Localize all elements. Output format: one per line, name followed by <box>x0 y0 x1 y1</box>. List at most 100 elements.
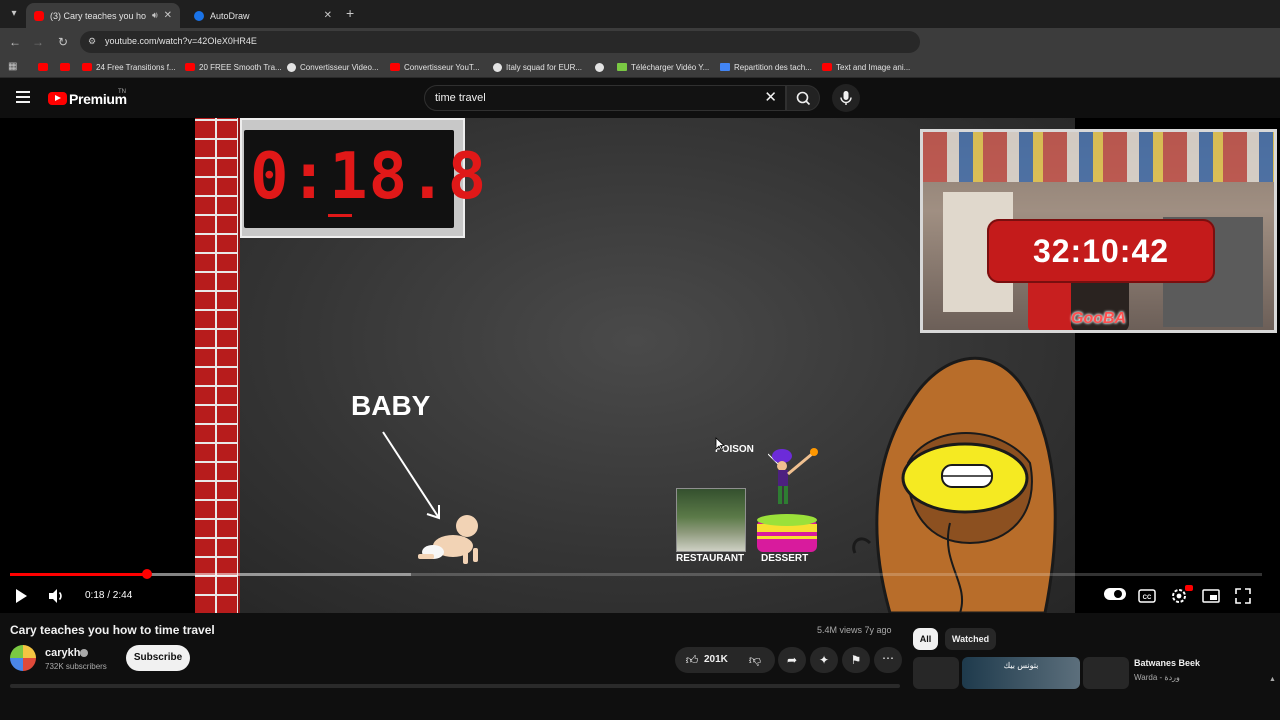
tab-search-chevron-icon[interactable]: ▾ <box>6 6 22 22</box>
clear-search-icon[interactable]: ✕ <box>764 89 777 107</box>
bookmark-item[interactable]: Télécharger Vidéo Y... <box>617 60 709 74</box>
captions-icon[interactable]: CC <box>1136 585 1158 607</box>
youtube-icon <box>390 63 400 71</box>
google-icon <box>287 62 296 72</box>
document-icon <box>720 63 730 71</box>
search-input[interactable]: time travel ✕ <box>424 85 786 111</box>
view-count: 5.4M views <box>817 625 863 635</box>
more-horizontal-icon[interactable]: ⋯ <box>880 651 896 665</box>
youtube-icon <box>82 63 92 71</box>
chip-all[interactable]: All <box>913 628 938 650</box>
microphone-icon <box>840 91 852 105</box>
recommendation-thumbnail[interactable] <box>913 657 959 689</box>
seek-bar[interactable] <box>10 569 1262 579</box>
scroll-up-arrow-icon[interactable]: ▲ <box>1269 676 1276 683</box>
horizontal-scrollbar[interactable] <box>10 684 900 688</box>
baby-label: BABY <box>351 390 431 421</box>
like-count: 201K <box>704 654 728 665</box>
tab-title: (3) Cary teaches you how to time travel <box>50 10 146 21</box>
bookmark-label: 24 Free Transitions f... <box>96 62 176 72</box>
miniplayer-icon[interactable] <box>1200 585 1222 607</box>
autodraw-favicon-icon <box>194 10 204 21</box>
bookmark-item[interactable]: Repartition des tach... <box>720 60 812 74</box>
site-settings-icon[interactable]: ⚙︎ <box>88 36 100 48</box>
bookmark-label: Télécharger Vidéo Y... <box>631 62 710 72</box>
countdown-clock: 0:18.8 <box>240 118 486 238</box>
recommendation-channel: Warda - وردة <box>1134 673 1180 682</box>
bookmark-item[interactable]: Text and Image ani... <box>822 60 910 74</box>
verified-icon <box>80 649 88 657</box>
tab-youtube[interactable]: (3) Cary teaches you how to time travel … <box>26 3 180 28</box>
play-icon[interactable] <box>10 585 32 607</box>
hd-badge <box>1185 585 1193 591</box>
youtube-logo-icon[interactable] <box>48 92 67 105</box>
channel-avatar[interactable] <box>10 645 36 671</box>
browser-tabstrip: ▾ (3) Cary teaches you how to time trave… <box>0 0 1280 28</box>
like-icon[interactable]: 👍︎ <box>684 653 700 668</box>
seek-handle[interactable] <box>142 569 153 579</box>
youtube-header: Premium TN time travel ✕ <box>0 78 920 118</box>
reload-icon[interactable]: ↻ <box>55 34 71 50</box>
youtube-icon <box>38 63 48 71</box>
bookmark-label: Convertisseur YouT... <box>404 62 480 72</box>
bookmark-item[interactable]: 24 Free Transitions f... <box>82 60 176 74</box>
time-readout: 0:18 / 2:44 <box>85 590 133 601</box>
bookmark-icon[interactable]: ⚑ <box>848 653 864 667</box>
webcam-logo: GooBA <box>1071 310 1127 327</box>
seek-played <box>10 573 148 576</box>
bookmarks-bar: ▦ 24 Free Transitions f... 20 FREE Smoot… <box>0 56 1280 78</box>
subscribe-button[interactable]: Subscribe <box>126 645 190 671</box>
new-tab-plus-icon[interactable]: + <box>346 6 354 20</box>
video-stats: 5.4M views 7y ago <box>817 625 892 635</box>
chip-watched[interactable]: Watched <box>945 628 996 650</box>
stream-timer-text: 32:10:42 <box>1032 233 1170 269</box>
recommendation-title[interactable]: Batwanes Beek <box>1134 658 1200 668</box>
upload-age: 7y ago <box>864 625 892 635</box>
bookmark-label: 20 FREE Smooth Tra... <box>199 62 282 72</box>
channel-name[interactable]: carykh <box>45 647 80 659</box>
browser-toolbar: ← → ↻ ⚙︎ youtube.com/watch?v=42OIeX0HR4E <box>0 28 1280 56</box>
close-tab-icon[interactable]: ✕ <box>324 10 332 21</box>
bookmark-youtube-2[interactable] <box>60 60 70 74</box>
video-player[interactable]: 0:18.8 BABY POISON RESTAURANT DESSERT Go… <box>0 118 1280 613</box>
bookmark-label: Convertisseur Video... <box>300 62 379 72</box>
bookmark-youtube-1[interactable] <box>38 60 48 74</box>
clock-underline <box>328 214 352 217</box>
speaker-icon[interactable]: 🔊︎ <box>152 10 158 21</box>
country-code: TN <box>118 89 126 95</box>
bookmark-item[interactable]: Italy squad for EUR... <box>493 60 582 74</box>
youtube-icon <box>822 63 832 71</box>
bookmark-label: Text and Image ani... <box>836 62 911 72</box>
recommendation-thumbnail[interactable] <box>1083 657 1129 689</box>
bookmark-item[interactable]: 20 FREE Smooth Tra... <box>185 60 282 74</box>
dislike-icon[interactable]: 👎︎ <box>747 653 763 668</box>
video-details: Cary teaches you how to time travel 5.4M… <box>0 613 1280 720</box>
back-arrow-icon[interactable]: ← <box>7 34 23 50</box>
sparkle-icon[interactable]: ✦ <box>816 653 832 667</box>
bookmark-globe[interactable] <box>595 60 604 74</box>
search-button[interactable] <box>786 85 820 111</box>
recommendation-thumbnail[interactable]: بتونس بيك <box>962 657 1080 689</box>
share-icon[interactable]: ➦ <box>784 653 800 667</box>
bookmark-item[interactable]: Convertisseur YouT... <box>390 60 480 74</box>
forward-arrow-icon[interactable]: → <box>30 34 46 50</box>
tab-title: AutoDraw <box>210 10 250 21</box>
bookmark-item[interactable]: Convertisseur Video... <box>287 60 379 74</box>
restaurant-label: RESTAURANT <box>676 553 745 564</box>
menu-hamburger-icon[interactable] <box>16 91 30 103</box>
download-icon <box>617 63 627 71</box>
apps-grid-icon[interactable]: ▦ <box>8 61 20 73</box>
dessert-cake-image <box>757 514 817 552</box>
voice-search-button[interactable] <box>832 84 860 112</box>
tab-autodraw[interactable]: AutoDraw ✕ <box>186 3 340 28</box>
autoplay-toggle[interactable] <box>1104 588 1126 600</box>
close-tab-icon[interactable]: ✕ <box>164 10 172 21</box>
villain-character <box>768 448 818 504</box>
bookmark-label: Italy squad for EUR... <box>506 62 583 72</box>
globe-icon <box>493 62 502 72</box>
webcam-flags-wall <box>923 132 1274 182</box>
globe-icon <box>595 62 604 72</box>
address-bar[interactable]: ⚙︎ youtube.com/watch?v=42OIeX0HR4E <box>80 31 920 53</box>
volume-icon[interactable] <box>45 585 67 607</box>
fullscreen-icon[interactable] <box>1232 585 1254 607</box>
